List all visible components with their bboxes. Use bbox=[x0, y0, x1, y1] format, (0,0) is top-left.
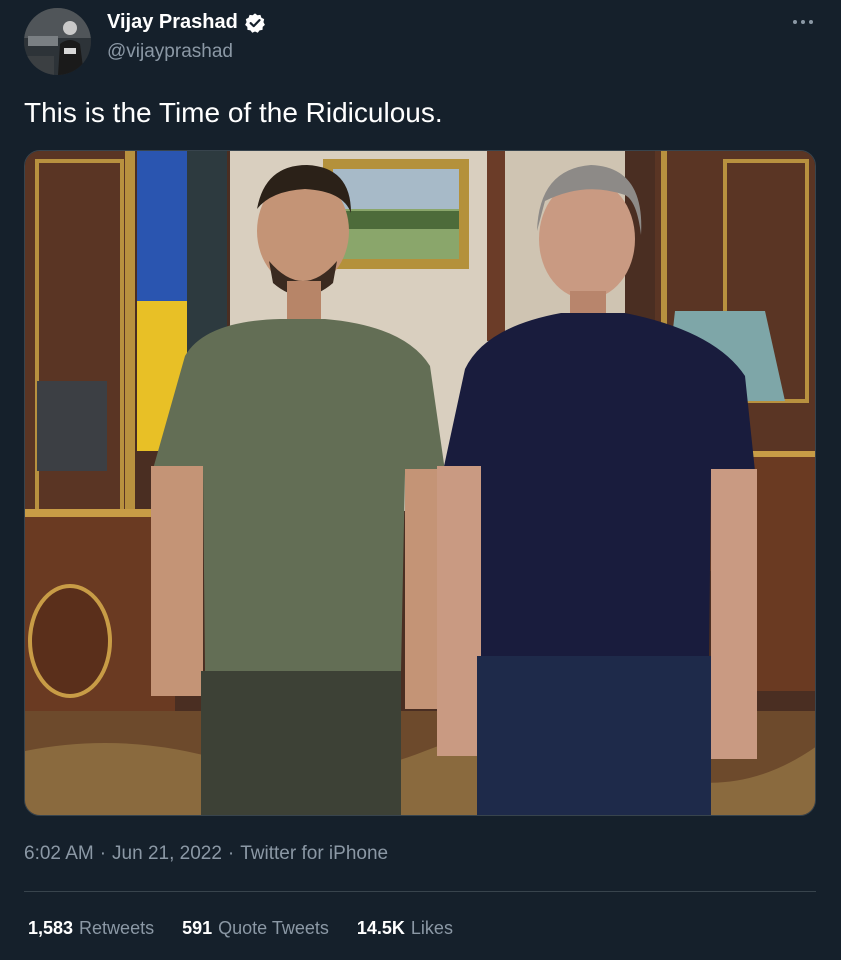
tweet-photo[interactable] bbox=[24, 150, 816, 816]
retweets-stat[interactable]: 1,583 Retweets bbox=[28, 918, 154, 939]
meta-separator: · bbox=[227, 843, 235, 864]
tweet-stats: 1,583 Retweets 591 Quote Tweets 14.5K Li… bbox=[28, 918, 481, 939]
likes-label: Likes bbox=[410, 918, 453, 938]
likes-stat[interactable]: 14.5K Likes bbox=[357, 918, 453, 939]
quote-tweets-stat[interactable]: 591 Quote Tweets bbox=[182, 918, 329, 939]
divider bbox=[24, 891, 816, 892]
author-name-row[interactable]: Vijay Prashad bbox=[107, 11, 266, 34]
tweet-date[interactable]: Jun 21, 2022 bbox=[112, 843, 222, 865]
retweets-count: 1,583 bbox=[28, 918, 74, 938]
avatar[interactable] bbox=[24, 8, 91, 75]
tweet-source[interactable]: Twitter for iPhone bbox=[240, 843, 388, 865]
more-options-icon[interactable] bbox=[789, 8, 817, 36]
tweet-text: This is the Time of the Ridiculous. bbox=[24, 97, 443, 128]
tweet-detail: Vijay Prashad @vijayprashad This is the … bbox=[0, 0, 841, 960]
verified-badge-icon bbox=[244, 12, 266, 34]
meta-separator: · bbox=[99, 843, 107, 864]
quote-tweets-label: Quote Tweets bbox=[218, 918, 329, 938]
quote-tweets-count: 591 bbox=[182, 918, 213, 938]
retweets-label: Retweets bbox=[79, 918, 155, 938]
tweet-meta: 6:02 AM · Jun 21, 2022 · Twitter for iPh… bbox=[24, 843, 388, 865]
tweet-time[interactable]: 6:02 AM bbox=[24, 843, 94, 865]
author-display-name[interactable]: Vijay Prashad bbox=[107, 11, 238, 34]
author-handle[interactable]: @vijayprashad bbox=[107, 41, 233, 63]
likes-count: 14.5K bbox=[356, 918, 405, 938]
